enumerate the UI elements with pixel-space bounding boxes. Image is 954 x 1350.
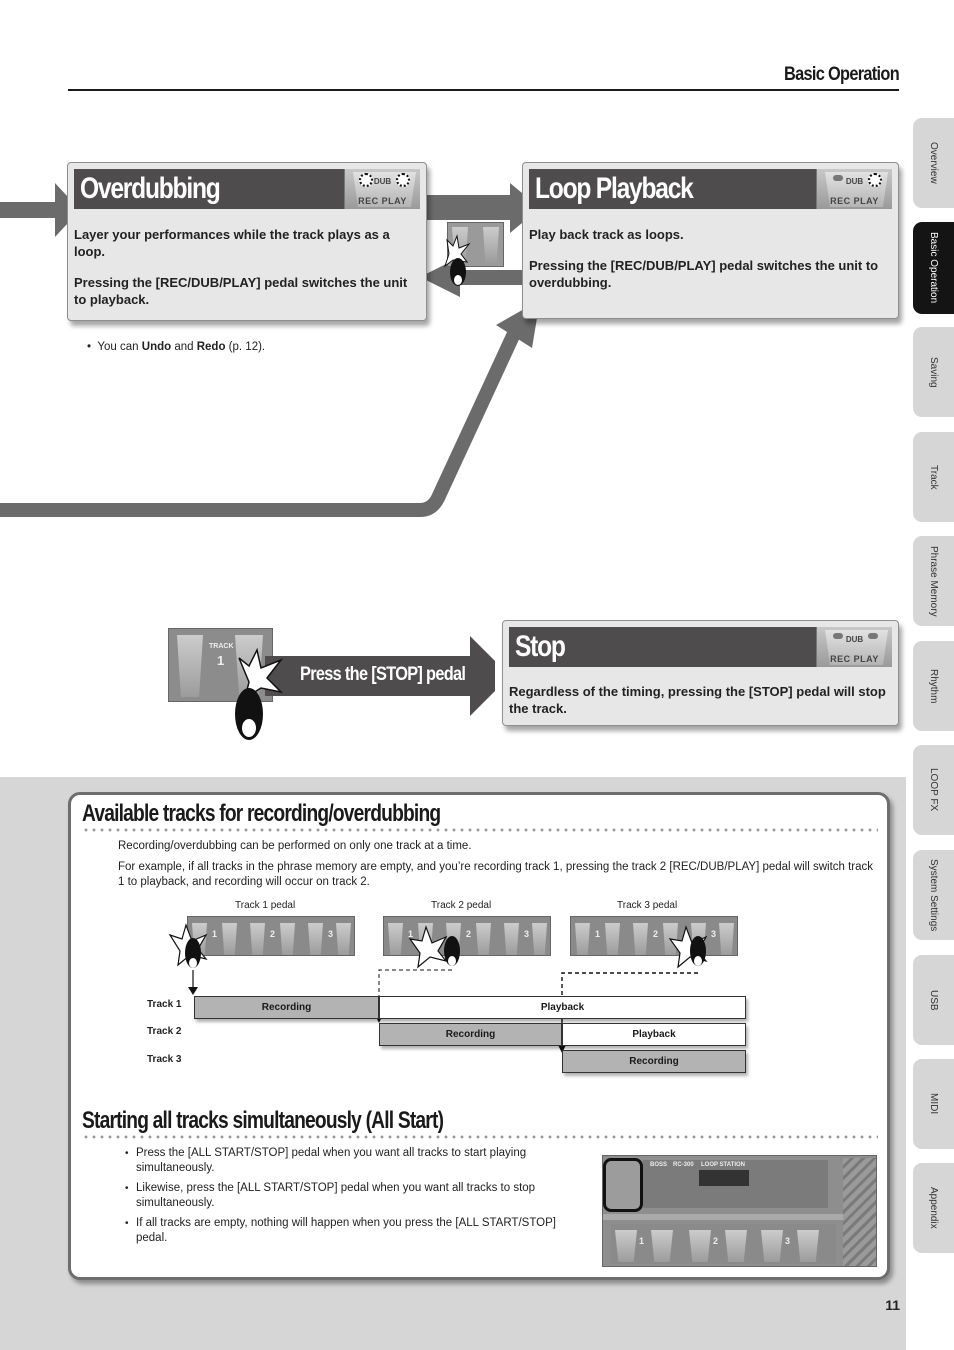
available-tracks-heading: Available tracks for recording/overdubbi… xyxy=(82,800,441,827)
track-3-label: Track 3 xyxy=(147,1054,182,1065)
stop-header: Stop DUB REC PLAY xyxy=(509,627,892,667)
rec-dub-play-pedal-icon: DUB REC PLAY xyxy=(816,169,892,209)
tab-rhythm[interactable]: Rhythm xyxy=(913,641,954,731)
list-item: Press the [ALL START/STOP] pedal when yo… xyxy=(125,1146,575,1176)
undo-redo-note: • You can Undo and Redo (p. 12). xyxy=(87,341,266,353)
track-1-pedal-caption: Track 1 pedal xyxy=(235,900,296,911)
list-item: Likewise, press the [ALL START/STOP] ped… xyxy=(125,1181,575,1211)
stop-text: Regardless of the timing, pressing the [… xyxy=(509,684,886,716)
stop-arrow-label: Press the [STOP] pedal xyxy=(300,664,466,685)
track-2-pedal-caption: Track 2 pedal xyxy=(431,900,492,911)
tab-loop-fx[interactable]: LOOP FX xyxy=(913,745,954,835)
overdubbing-header: Overdubbing DUB REC PLAY xyxy=(74,169,420,209)
loop-playback-header: Loop Playback DUB REC PLAY xyxy=(529,169,892,209)
loop-playback-box: Loop Playback DUB REC PLAY Play back tra… xyxy=(522,162,899,319)
foot-icon xyxy=(444,234,471,286)
track-1-recording-bar: Recording xyxy=(194,996,379,1019)
tab-basic-operation[interactable]: Basic Operation xyxy=(913,222,954,314)
rec-dub-play-pedal-icon: DUB REC PLAY xyxy=(816,627,892,667)
header-rule xyxy=(68,89,899,91)
rec-dub-play-pedal-icon: DUB REC PLAY xyxy=(344,169,420,209)
loop-playback-title: Loop Playback xyxy=(535,172,694,205)
display-screen xyxy=(699,1170,749,1186)
stop-arrow-graphic xyxy=(235,636,495,740)
tab-phrase-memory[interactable]: Phrase Memory xyxy=(913,536,954,626)
available-tracks-para-1: Recording/overdubbing can be performed o… xyxy=(118,840,472,852)
overdubbing-text-1: Layer your performances while the track … xyxy=(74,227,390,259)
overdubbing-title: Overdubbing xyxy=(80,172,221,205)
loop-playback-text-2: Pressing the [REC/DUB/PLAY] pedal switch… xyxy=(529,258,879,290)
track-3-pedal-caption: Track 3 pedal xyxy=(617,900,678,911)
track-2-recording-bar: Recording xyxy=(379,1023,562,1046)
track-2-label: Track 2 xyxy=(147,1026,182,1037)
redo-link[interactable]: Redo xyxy=(197,341,226,353)
tab-track[interactable]: Track xyxy=(913,432,954,522)
heading-dotted-rule xyxy=(82,1135,878,1139)
all-start-bullets: Press the [ALL START/STOP] pedal when yo… xyxy=(125,1146,575,1251)
overdubbing-box: Overdubbing DUB REC PLAY Layer your perf… xyxy=(67,162,427,321)
list-item: If all tracks are empty, nothing will ha… xyxy=(125,1216,575,1246)
stop-title: Stop xyxy=(515,630,566,663)
page-number: 11 xyxy=(885,1297,900,1313)
expression-pedal xyxy=(843,1158,876,1266)
rc300-device-image: BOSS RC-300 LOOP STATION 1 2 3 xyxy=(602,1155,877,1267)
tab-midi[interactable]: MIDI xyxy=(913,1059,954,1149)
section-title: Basic Operation xyxy=(784,64,900,85)
all-start-stop-pedal-highlight xyxy=(603,1158,643,1212)
track-1-playback-bar: Playback xyxy=(379,996,746,1019)
heading-dotted-rule xyxy=(82,828,878,832)
stop-box: Stop DUB REC PLAY Regardless of the timi… xyxy=(502,620,899,726)
tab-system-settings[interactable]: System Settings xyxy=(913,850,954,940)
track-3-recording-bar: Recording xyxy=(562,1050,746,1073)
foot-icon-track-1 xyxy=(168,923,208,995)
all-start-heading: Starting all tracks simultaneously (All … xyxy=(82,1107,444,1134)
loop-playback-text-1: Play back track as loops. xyxy=(529,227,684,242)
track-2-playback-bar: Playback xyxy=(562,1023,746,1046)
tab-appendix[interactable]: Appendix xyxy=(913,1163,954,1253)
tab-overview[interactable]: Overview xyxy=(913,118,954,208)
overdubbing-text-2: Pressing the [REC/DUB/PLAY] pedal switch… xyxy=(74,275,408,307)
tab-saving[interactable]: Saving xyxy=(913,327,954,417)
undo-link[interactable]: Undo xyxy=(142,341,171,353)
available-tracks-para-2: For example, if all tracks in the phrase… xyxy=(118,861,874,888)
tab-usb[interactable]: USB xyxy=(913,955,954,1045)
track-1-label: Track 1 xyxy=(147,999,182,1010)
